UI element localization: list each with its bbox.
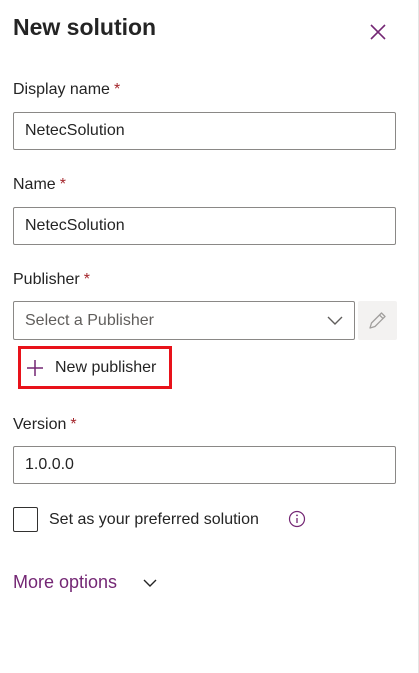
publisher-label: Publisher * — [13, 271, 90, 289]
required-marker: * — [113, 81, 121, 98]
preferred-solution-checkbox[interactable] — [13, 507, 38, 532]
required-marker: * — [83, 271, 90, 288]
chevron-down-icon — [327, 316, 343, 325]
panel-title: New solution — [13, 14, 157, 40]
display-name-field[interactable] — [13, 112, 396, 150]
publisher-label-text: Publisher — [13, 271, 80, 288]
version-label: Version * — [13, 416, 77, 434]
close-icon — [370, 24, 386, 40]
close-button[interactable] — [366, 20, 390, 44]
preferred-solution-label: Set as your preferred solution — [49, 511, 259, 528]
new-solution-panel: New solution Display name* Name* Publish… — [0, 0, 419, 673]
version-label-text: Version — [13, 416, 67, 433]
info-icon[interactable] — [288, 510, 306, 528]
plus-icon — [27, 360, 43, 376]
required-marker: * — [70, 416, 77, 433]
name-label: Name * — [13, 176, 66, 194]
new-publisher-button[interactable]: New publisher — [18, 346, 172, 389]
pencil-icon — [369, 312, 386, 329]
display-name-label-text: Display name — [13, 81, 110, 98]
required-marker: * — [59, 176, 66, 193]
edit-publisher-button[interactable] — [358, 301, 397, 340]
more-options-toggle[interactable]: More options — [13, 572, 157, 596]
display-name-label: Display name * — [13, 81, 120, 99]
more-options-label: More options — [13, 572, 118, 592]
publisher-dropdown[interactable]: Select a Publisher — [13, 301, 355, 340]
name-field[interactable] — [13, 207, 396, 245]
publisher-placeholder: Select a Publisher — [25, 312, 154, 329]
chevron-down-icon — [143, 579, 157, 587]
name-label-text: Name — [13, 176, 56, 193]
new-publisher-label: New publisher — [55, 359, 157, 376]
version-field[interactable] — [13, 446, 396, 484]
